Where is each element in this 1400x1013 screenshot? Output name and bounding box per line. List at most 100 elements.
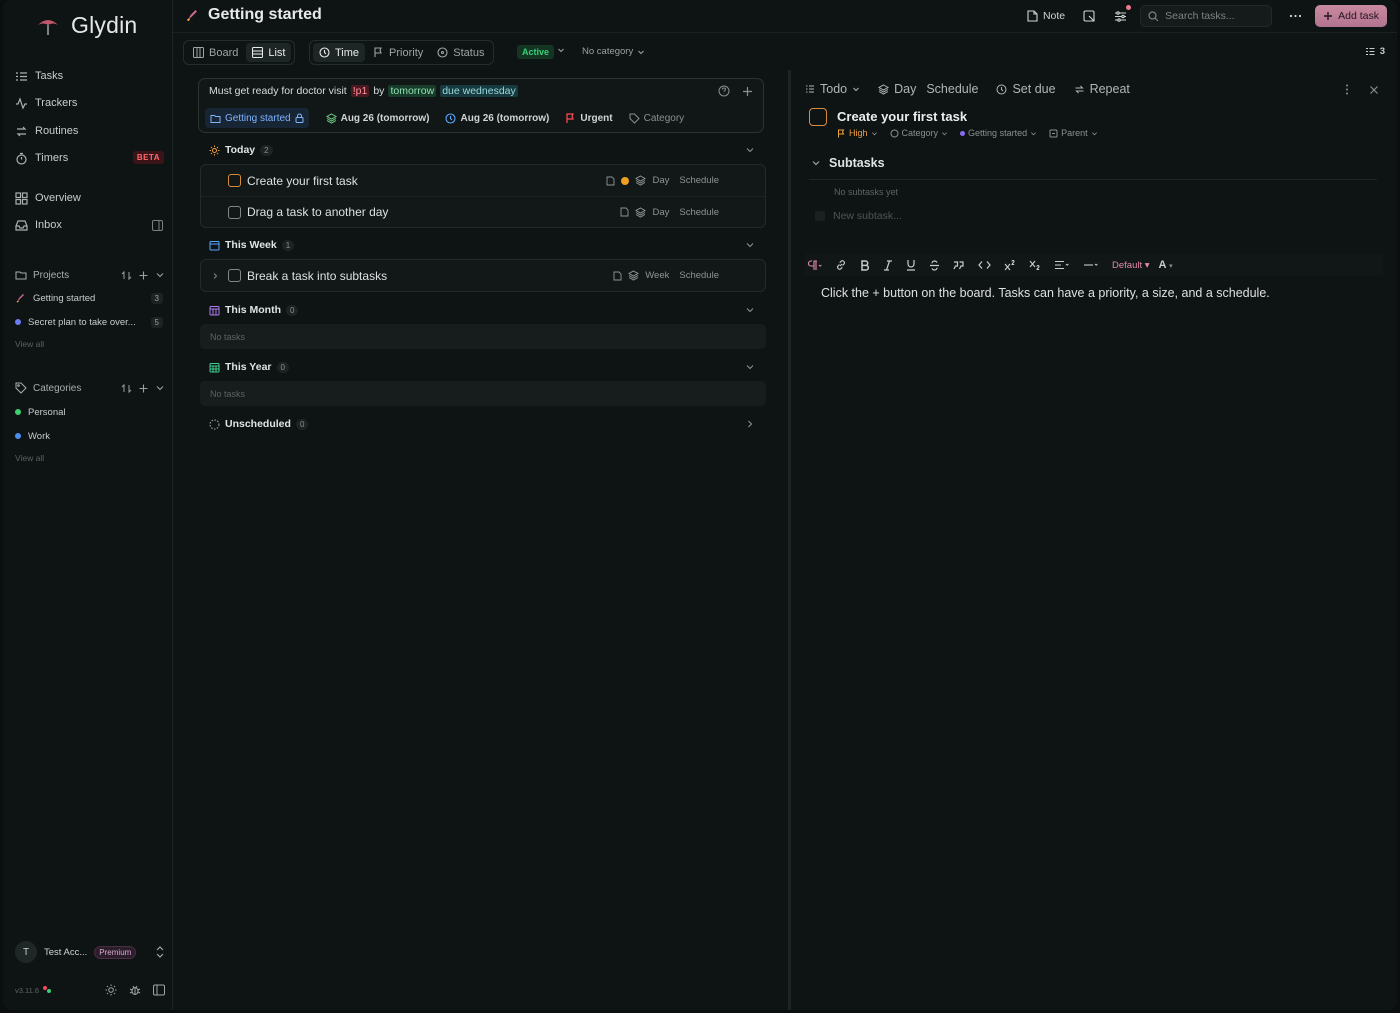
panel-toggle-icon[interactable] [150,218,164,232]
size-dropdown[interactable]: Day [878,82,916,96]
bold-icon[interactable] [860,259,870,271]
chevron-down-icon[interactable] [155,383,165,394]
repeat-button[interactable]: Repeat [1074,82,1130,96]
group-time-button[interactable]: Time [313,43,366,62]
subscript-icon[interactable] [1029,260,1041,271]
new-subtask-input[interactable]: New subtask... [815,210,902,222]
chevron-down-icon[interactable] [745,305,755,315]
task-schedule[interactable]: Schedule [679,207,719,218]
status-dropdown[interactable]: Todo [805,82,860,96]
task-row[interactable]: Break a task into subtasks Week Schedule [201,260,765,291]
note-button[interactable]: Note [1022,5,1070,27]
quick-add-input[interactable]: Must get ready for doctor visit !p1 by t… [209,85,518,97]
sidebar-category-work[interactable]: Work [15,427,163,445]
group-header-this-month[interactable]: This Month 0 [209,302,755,318]
paragraph-icon[interactable] [808,259,822,271]
search-input[interactable]: Search tasks... [1140,5,1273,27]
sidebar-category-personal[interactable]: Personal [15,403,163,421]
group-status-button[interactable]: Status [431,43,490,62]
parent-dropdown[interactable]: Parent [1049,128,1098,138]
group-priority-button[interactable]: Priority [367,43,429,62]
task-checkbox[interactable] [228,205,241,219]
superscript-icon[interactable] [1004,259,1016,271]
new-window-button[interactable] [1078,5,1101,27]
italic-icon[interactable] [883,259,893,271]
chevron-down-icon[interactable] [745,240,755,250]
set-due-button[interactable]: Set due [996,82,1056,96]
add-task-button[interactable]: Add task [1315,5,1387,27]
status-filter-active[interactable]: Active [517,45,555,59]
strikethrough-icon[interactable] [929,259,940,271]
group-header-this-year[interactable]: This Year 0 [209,359,755,375]
align-icon[interactable] [1054,260,1070,270]
more-vertical-icon[interactable] [1345,84,1349,95]
sidebar-collapse-icon[interactable] [153,984,165,996]
sidebar-item-timers[interactable]: Timers BETA [14,148,164,168]
sort-icon[interactable] [121,270,132,281]
quick-add-project-chip[interactable]: Getting started [205,108,309,128]
text-color-button[interactable]: A ▾ [1159,259,1173,271]
more-options-button[interactable] [1284,5,1307,27]
quote-icon[interactable] [953,260,965,271]
app-logo[interactable]: Glydin [35,12,137,39]
help-icon[interactable] [718,85,730,97]
quick-add-due-chip[interactable]: Aug 26 (tomorrow) [440,108,554,128]
quick-add-box[interactable]: Must get ready for doctor visit !p1 by t… [198,78,764,133]
sidebar-item-inbox[interactable]: Inbox [14,215,164,235]
task-checkbox[interactable] [228,174,241,187]
sidebar-item-tasks[interactable]: Tasks [14,66,164,86]
quick-add-category-chip[interactable]: Category [624,108,690,128]
bug-icon[interactable] [129,984,141,996]
task-checkbox[interactable] [228,269,241,282]
category-dropdown[interactable]: Category [890,128,949,138]
list-view-button[interactable]: List [246,43,292,62]
chevron-down-icon[interactable] [745,362,755,372]
plus-icon[interactable] [742,85,753,97]
underline-icon[interactable] [906,259,916,271]
sort-icon[interactable] [121,383,132,394]
sidebar-item-overview[interactable]: Overview [14,188,164,208]
task-size[interactable]: Week [645,270,669,281]
account-switcher[interactable]: T Test Acc... Premium [15,940,165,964]
quick-add-schedule-chip[interactable]: Aug 26 (tomorrow) [321,108,435,128]
status-filter-chevron[interactable] [557,46,565,54]
task-count-indicator[interactable]: 3 [1365,46,1385,57]
task-row[interactable]: Drag a task to another day Day Schedule [201,196,765,227]
group-header-this-week[interactable]: This Week 1 [209,237,755,253]
task-size[interactable]: Day [652,175,669,186]
chevron-down-icon[interactable] [155,270,165,281]
font-style-dropdown[interactable]: Default ▾ [1112,260,1150,271]
project-dropdown[interactable]: Getting started [960,128,1037,138]
link-icon[interactable] [835,259,847,271]
sidebar-item-routines[interactable]: Routines [14,121,164,141]
subtasks-header[interactable]: Subtasks [811,156,885,170]
task-schedule[interactable]: Schedule [679,175,719,186]
task-description-editor[interactable]: Click the + button on the board. Tasks c… [821,286,1270,300]
quick-add-priority-chip[interactable]: Urgent [560,108,617,128]
sidebar-project-getting-started[interactable]: Getting started 3 [15,289,163,307]
add-category-icon[interactable] [138,383,149,394]
categories-view-all-link[interactable]: View all [15,453,44,463]
board-view-button[interactable]: Board [187,43,244,62]
chevron-down-icon[interactable] [745,145,755,155]
chevron-right-icon[interactable] [211,272,219,280]
group-header-unscheduled[interactable]: Unscheduled 0 [209,416,755,432]
sidebar-project-secret-plan[interactable]: Secret plan to take over... 5 [15,313,163,331]
sun-icon[interactable] [105,984,117,996]
sidebar-item-trackers[interactable]: Trackers [14,93,164,113]
chevron-right-icon[interactable] [745,419,755,429]
task-title-field[interactable]: Create your first task [837,109,967,124]
horizontal-rule-icon[interactable] [1083,260,1099,270]
task-size[interactable]: Day [652,207,669,218]
task-schedule[interactable]: Schedule [679,270,719,281]
task-row[interactable]: Create your first task Day Schedule [201,165,765,196]
priority-dropdown[interactable]: High [837,128,878,138]
task-complete-checkbox[interactable] [809,108,827,126]
code-icon[interactable] [978,260,991,270]
group-header-today[interactable]: Today 2 [209,142,755,158]
schedule-button[interactable]: Schedule [926,82,978,96]
close-icon[interactable] [1369,84,1379,95]
category-filter-dropdown[interactable]: No category [582,46,645,57]
projects-view-all-link[interactable]: View all [15,339,44,349]
add-project-icon[interactable] [138,270,149,281]
